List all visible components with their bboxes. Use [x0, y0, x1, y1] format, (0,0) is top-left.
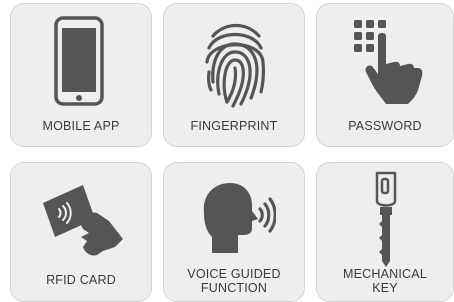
tile-label: FINGERPRINT	[190, 119, 278, 133]
tile-label: RFID CARD	[46, 273, 116, 287]
tile-fingerprint[interactable]: FINGERPRINT	[163, 3, 305, 147]
keypad-hand-icon	[354, 20, 423, 104]
tile-password[interactable]: PASSWORD	[316, 3, 454, 147]
rfid-card-hand-icon	[43, 185, 123, 256]
unlock-methods-grid: MOBILE APP FINGERPRINT PASSWORD RFID CAR…	[0, 0, 454, 302]
voice-head-icon	[203, 183, 276, 253]
tile-mobile-app[interactable]: MOBILE APP	[10, 3, 152, 147]
tile-label: MECHANICAL KEY	[343, 267, 427, 295]
mechanical-key-icon	[375, 171, 397, 267]
tile-mechanical-key[interactable]: MECHANICAL KEY	[316, 162, 454, 302]
tile-label: MOBILE APP	[42, 119, 120, 133]
tile-voice-guided-function[interactable]: VOICE GUIDED FUNCTION	[163, 162, 305, 302]
tile-rfid-card[interactable]: RFID CARD	[10, 162, 152, 302]
fingerprint-icon	[205, 23, 265, 108]
smartphone-icon	[54, 16, 104, 106]
tile-label: PASSWORD	[348, 119, 422, 133]
tile-label: VOICE GUIDED FUNCTION	[187, 267, 281, 295]
